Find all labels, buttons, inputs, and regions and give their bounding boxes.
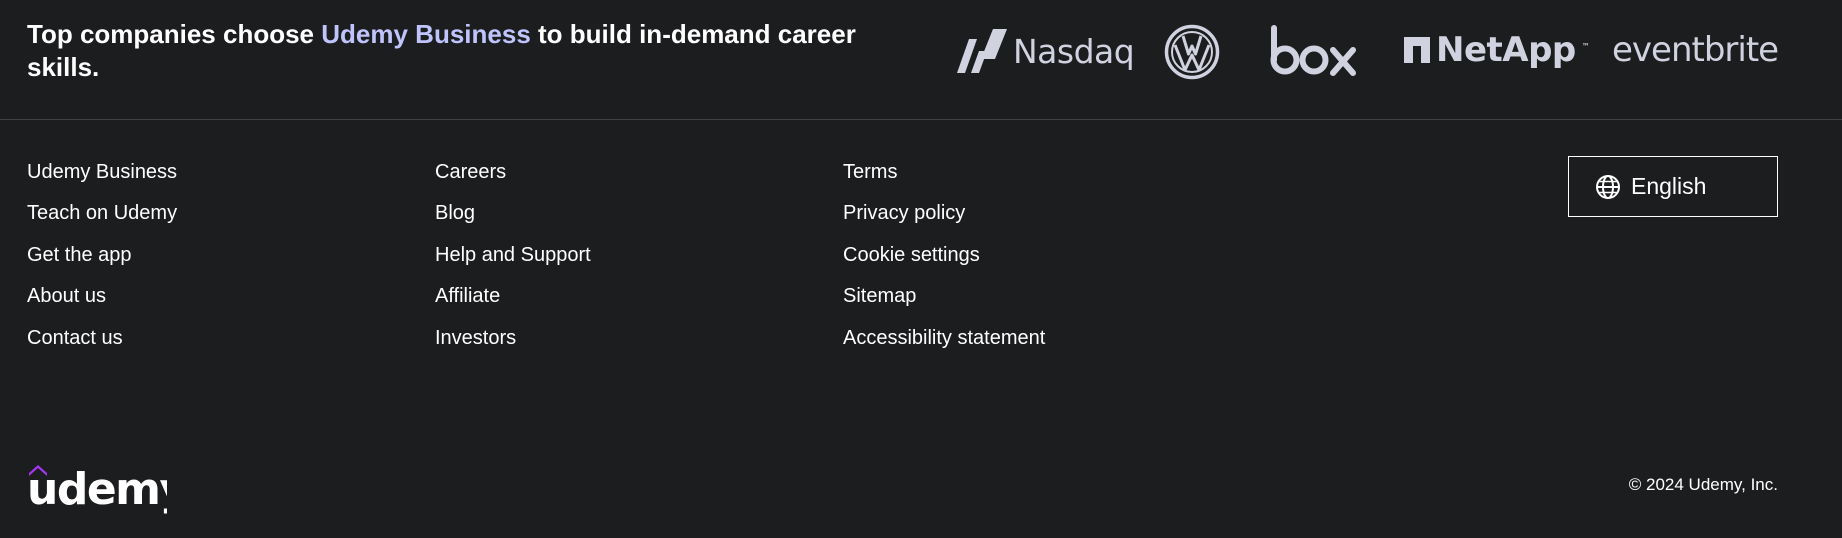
copyright-notice: © 2024 Udemy, Inc. (1628, 475, 1778, 494)
udemy-logo[interactable]: udemy (27, 458, 189, 515)
link-sitemap[interactable]: Sitemap (843, 284, 1223, 308)
nasdaq-logo: Nasdaq (955, 28, 1135, 74)
language-label: English (1631, 173, 1707, 199)
link-contact-us[interactable]: Contact us (27, 326, 407, 350)
nasdaq-mark-icon (957, 29, 1007, 73)
udemy-business-highlight: Udemy Business (321, 19, 531, 49)
link-teach-on-udemy[interactable]: Teach on Udemy (27, 201, 407, 225)
link-cookie-settings[interactable]: Cookie settings (843, 243, 1223, 267)
business-banner: Top companies choose Udemy Business to b… (0, 0, 1842, 120)
svg-text:udemy: udemy (27, 464, 167, 514)
volkswagen-logo (1164, 24, 1220, 80)
business-headline: Top companies choose Udemy Business to b… (27, 18, 907, 84)
link-blog[interactable]: Blog (435, 201, 815, 225)
link-get-the-app[interactable]: Get the app (27, 243, 407, 267)
headline-text-start: Top companies choose (27, 19, 322, 49)
netapp-trademark: ™ (1581, 42, 1590, 51)
udemy-wordmark-icon: udemy (27, 464, 189, 515)
language-selector-button[interactable]: English (1568, 156, 1778, 217)
footer-links-column-1: Udemy Business Teach on Udemy Get the ap… (27, 160, 407, 367)
link-terms[interactable]: Terms (843, 160, 1223, 184)
link-investors[interactable]: Investors (435, 326, 815, 350)
globe-icon (1595, 174, 1621, 200)
eventbrite-wordmark: eventbrite (1612, 30, 1779, 70)
link-about-us[interactable]: About us (27, 284, 407, 308)
netapp-logo: NetApp ™ (1404, 30, 1590, 70)
link-help-and-support[interactable]: Help and Support (435, 243, 815, 267)
footer-links-column-3: Terms Privacy policy Cookie settings Sit… (843, 160, 1223, 367)
nasdaq-wordmark: Nasdaq (1013, 31, 1135, 71)
vw-emblem-icon (1164, 24, 1220, 80)
box-wordmark-icon (1270, 25, 1356, 76)
link-affiliate[interactable]: Affiliate (435, 284, 815, 308)
partner-logos: Nasdaq NetApp ™ eventbrite (955, 20, 1785, 82)
box-logo (1268, 24, 1360, 80)
link-privacy-policy[interactable]: Privacy policy (843, 201, 1223, 225)
footer-links-column-2: Careers Blog Help and Support Affiliate … (435, 160, 815, 367)
link-accessibility-statement[interactable]: Accessibility statement (843, 326, 1223, 350)
eventbrite-logo: eventbrite (1612, 30, 1779, 70)
netapp-mark-icon (1404, 37, 1430, 63)
link-udemy-business[interactable]: Udemy Business (27, 160, 407, 184)
link-careers[interactable]: Careers (435, 160, 815, 184)
netapp-wordmark: NetApp (1436, 30, 1576, 70)
